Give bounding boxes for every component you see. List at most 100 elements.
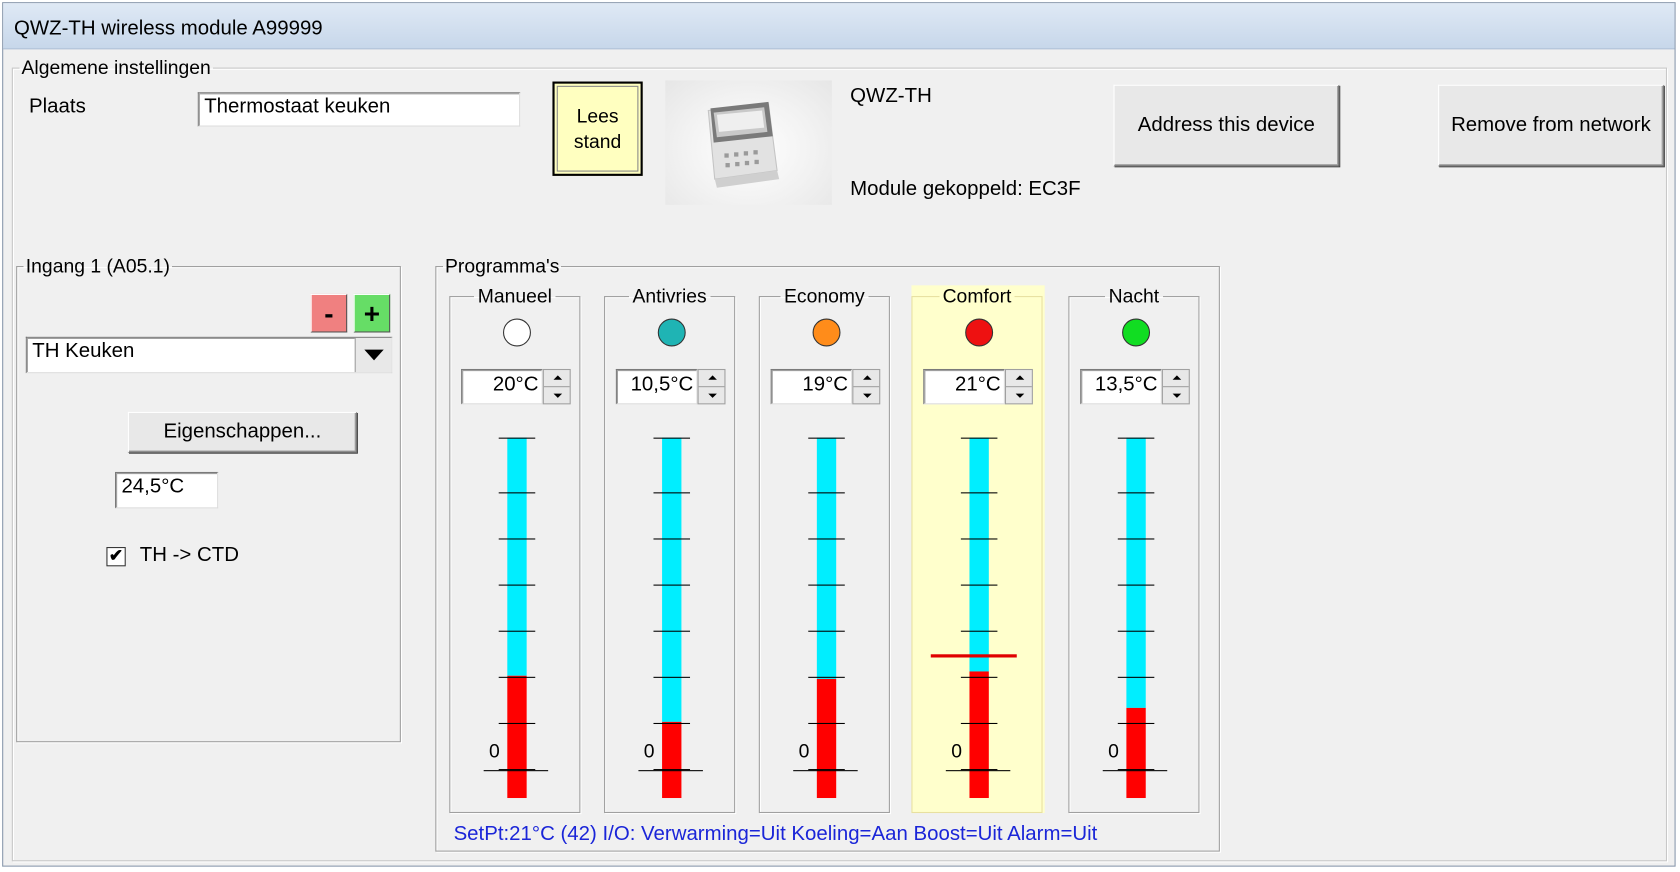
spin-up-icon[interactable] (543, 370, 570, 387)
scale-zero-label: 0 (951, 740, 962, 762)
scale-tick (960, 437, 998, 439)
window-title: QWZ-TH wireless module A99999 (13, 17, 323, 40)
program-panel-manueel: Manueel 20°C 0 (449, 285, 582, 814)
spin-down-icon[interactable] (853, 387, 879, 404)
scale-tick (653, 630, 691, 632)
address-device-button[interactable]: Address this device (1113, 84, 1340, 167)
program-temp-spinner-comfort[interactable] (1004, 368, 1033, 405)
program-temp-field-nacht[interactable]: 13,5°C (1080, 368, 1162, 405)
thermostat-icon (707, 101, 780, 188)
scale-tick (808, 584, 845, 586)
scale-tick (808, 538, 845, 540)
scale-tick (653, 437, 691, 439)
scale-tick (653, 584, 691, 586)
scale-tick (808, 630, 845, 632)
spin-up-icon[interactable] (698, 370, 725, 387)
general-settings-legend: Algemene instellingen (21, 56, 211, 79)
program-temp-field-economy[interactable]: 19°C (770, 368, 853, 405)
spin-up-icon[interactable] (1006, 370, 1032, 387)
scale-zero-label: 0 (1108, 740, 1119, 762)
combo-dropdown-icon[interactable] (354, 337, 392, 373)
scale-zero-label: 0 (798, 740, 810, 762)
scale-tick (1117, 492, 1155, 494)
scale-tick (498, 722, 536, 725)
lees-stand-line1: Lees (576, 105, 619, 127)
plaats-input[interactable]: Thermostaat keuken (197, 92, 521, 127)
program-temp-field-manueel[interactable]: 20°C (461, 368, 543, 405)
program-temp-field-comfort[interactable]: 21°C (923, 368, 1005, 405)
thermometer-empty-manueel (507, 437, 527, 676)
scale-tick (808, 676, 845, 678)
program-panel-comfort: Comfort 21°C 0 (911, 285, 1045, 814)
thermometer-fill-economy (816, 678, 837, 799)
thermometer-fill-nacht (1126, 707, 1146, 799)
thermometer-fill-manueel (507, 675, 527, 799)
scale-tick (960, 584, 998, 586)
scale-tick (498, 630, 536, 632)
input-combo-value: TH Keuken (32, 340, 135, 363)
program-temp-spinner-manueel[interactable] (542, 368, 571, 405)
program-panel-economy: Economy 19°C 0 (758, 285, 892, 814)
properties-button[interactable]: Eigenschappen... (127, 411, 357, 453)
scale-tick (498, 538, 536, 540)
scale-baseline (793, 770, 858, 772)
thermometer-empty-comfort (969, 437, 989, 672)
scale-tick (653, 722, 691, 725)
remove-input-button[interactable]: - (310, 293, 348, 333)
program-temp-spinner-economy[interactable] (852, 368, 881, 405)
current-temperature-field: 24,5°C (115, 471, 219, 509)
scale-tick (653, 538, 691, 540)
title-bar[interactable]: QWZ-TH wireless module A99999 (3, 3, 1675, 50)
status-led-icon-antivries (657, 318, 686, 347)
input-combo[interactable]: TH Keuken (25, 336, 393, 374)
scale-zero-label: 0 (489, 740, 500, 762)
th-ctd-label: TH -> CTD (139, 543, 239, 567)
scale-tick (1117, 630, 1155, 632)
status-led-icon-economy (812, 318, 841, 347)
scale-baseline (483, 770, 549, 772)
status-led-icon-nacht (1122, 318, 1151, 347)
scale-baseline (1102, 770, 1168, 772)
add-input-button[interactable]: + (353, 293, 391, 333)
program-panel-nacht: Nacht 13,5°C 0 (1068, 285, 1201, 814)
thermometer-empty-economy (816, 437, 837, 679)
scale-baseline (945, 770, 1011, 772)
status-line: SetPt:21°C (42) I/O: Verwarming=Uit Koel… (453, 822, 1098, 846)
scale-tick (1117, 437, 1155, 439)
program-name-economy: Economy (784, 285, 865, 307)
scale-tick (1117, 722, 1155, 725)
scale-tick (498, 584, 536, 586)
program-name-nacht: Nacht (1108, 285, 1160, 307)
scale-tick (808, 722, 845, 725)
check-icon: ✔ (108, 547, 124, 566)
spin-down-icon[interactable] (1163, 387, 1189, 404)
scale-tick (498, 676, 536, 678)
input1-legend: Ingang 1 (A05.1) (25, 255, 170, 277)
scale-tick (960, 630, 998, 632)
program-name-manueel: Manueel (477, 285, 552, 307)
spin-up-icon[interactable] (853, 370, 880, 387)
plaats-label: Plaats (29, 95, 86, 118)
spin-down-icon[interactable] (1006, 387, 1032, 404)
module-linked-text: Module gekoppeld: EC3F (850, 178, 1081, 201)
thermometer-empty-antivries (662, 437, 682, 722)
device-image (665, 80, 832, 205)
scale-tick (1117, 676, 1155, 678)
minus-icon: - (324, 296, 334, 329)
thermometer-fill-comfort (969, 671, 989, 799)
spin-up-icon[interactable] (1162, 370, 1189, 387)
scale-tick (1117, 584, 1155, 586)
th-ctd-checkbox[interactable]: ✔ (106, 547, 126, 567)
program-temp-field-antivries[interactable]: 10,5°C (615, 368, 698, 405)
spin-down-icon[interactable] (699, 387, 725, 404)
spin-down-icon[interactable] (544, 387, 570, 404)
program-temp-spinner-antivries[interactable] (697, 368, 726, 405)
lees-stand-button[interactable]: Lees stand (552, 81, 643, 176)
remove-from-network-button[interactable]: Remove from network (1438, 84, 1664, 167)
device-name: QWZ-TH (850, 84, 932, 108)
scale-tick (653, 676, 691, 678)
setpoint-marker (930, 654, 1017, 658)
program-temp-spinner-nacht[interactable] (1161, 368, 1190, 405)
status-led-icon-comfort (965, 318, 994, 347)
lees-stand-line2: stand (573, 130, 622, 153)
